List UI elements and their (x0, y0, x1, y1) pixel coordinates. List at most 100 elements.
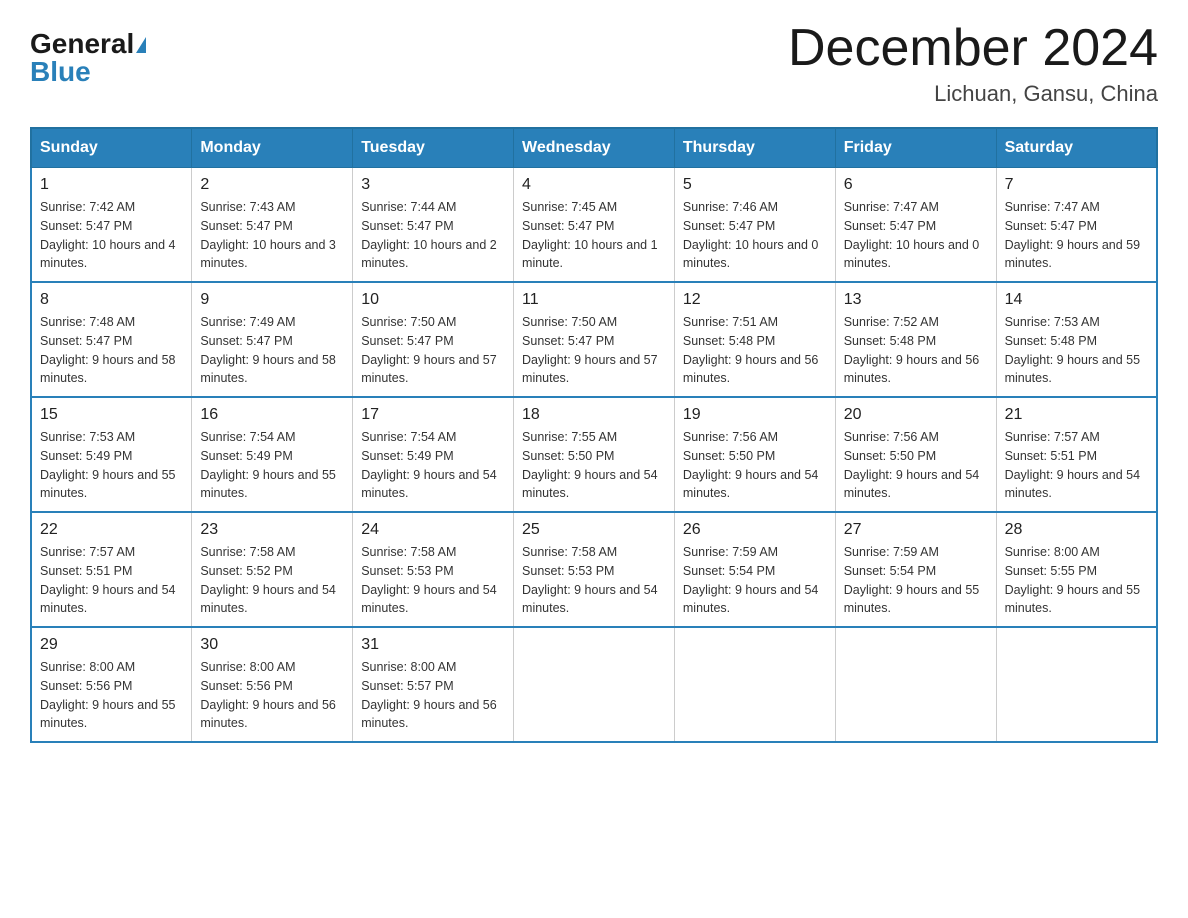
day-info: Sunrise: 7:59 AM Sunset: 5:54 PM Dayligh… (683, 543, 827, 618)
calendar-cell: 10 Sunrise: 7:50 AM Sunset: 5:47 PM Dayl… (353, 282, 514, 397)
calendar-table: Sunday Monday Tuesday Wednesday Thursday… (30, 127, 1158, 743)
sunrise-label: Sunrise: 7:54 AM (200, 430, 295, 444)
page-title: December 2024 (788, 20, 1158, 77)
logo-blue: Blue (30, 56, 91, 87)
day-info: Sunrise: 7:53 AM Sunset: 5:49 PM Dayligh… (40, 428, 183, 503)
calendar-cell: 12 Sunrise: 7:51 AM Sunset: 5:48 PM Dayl… (674, 282, 835, 397)
calendar-cell: 29 Sunrise: 8:00 AM Sunset: 5:56 PM Dayl… (31, 627, 192, 742)
day-number: 21 (1005, 406, 1148, 424)
daylight-label: Daylight: 9 hours and 54 minutes. (522, 468, 658, 501)
weekday-header-row: Sunday Monday Tuesday Wednesday Thursday… (31, 128, 1157, 168)
calendar-week-row: 29 Sunrise: 8:00 AM Sunset: 5:56 PM Dayl… (31, 627, 1157, 742)
calendar-cell (674, 627, 835, 742)
logo-line2: Blue (30, 58, 91, 86)
day-info: Sunrise: 7:53 AM Sunset: 5:48 PM Dayligh… (1005, 313, 1148, 388)
calendar-cell (514, 627, 675, 742)
sunset-label: Sunset: 5:51 PM (1005, 449, 1097, 463)
calendar-week-row: 1 Sunrise: 7:42 AM Sunset: 5:47 PM Dayli… (31, 168, 1157, 283)
calendar-cell: 24 Sunrise: 7:58 AM Sunset: 5:53 PM Dayl… (353, 512, 514, 627)
sunrise-label: Sunrise: 8:00 AM (200, 660, 295, 674)
calendar-cell: 17 Sunrise: 7:54 AM Sunset: 5:49 PM Dayl… (353, 397, 514, 512)
sunset-label: Sunset: 5:47 PM (361, 334, 453, 348)
daylight-label: Daylight: 9 hours and 54 minutes. (683, 583, 819, 616)
sunrise-label: Sunrise: 7:59 AM (844, 545, 939, 559)
daylight-label: Daylight: 9 hours and 57 minutes. (522, 353, 658, 386)
day-info: Sunrise: 8:00 AM Sunset: 5:56 PM Dayligh… (40, 658, 183, 733)
day-info: Sunrise: 7:43 AM Sunset: 5:47 PM Dayligh… (200, 198, 344, 273)
sunset-label: Sunset: 5:50 PM (683, 449, 775, 463)
day-info: Sunrise: 7:58 AM Sunset: 5:52 PM Dayligh… (200, 543, 344, 618)
sunrise-label: Sunrise: 7:56 AM (844, 430, 939, 444)
sunset-label: Sunset: 5:49 PM (200, 449, 292, 463)
logo-line1: General (30, 30, 146, 58)
day-number: 3 (361, 176, 505, 194)
calendar-cell: 27 Sunrise: 7:59 AM Sunset: 5:54 PM Dayl… (835, 512, 996, 627)
sunrise-label: Sunrise: 7:49 AM (200, 315, 295, 329)
sunrise-label: Sunrise: 7:43 AM (200, 200, 295, 214)
calendar-cell: 4 Sunrise: 7:45 AM Sunset: 5:47 PM Dayli… (514, 168, 675, 283)
day-info: Sunrise: 7:54 AM Sunset: 5:49 PM Dayligh… (200, 428, 344, 503)
title-block: December 2024 Lichuan, Gansu, China (788, 20, 1158, 107)
day-number: 15 (40, 406, 183, 424)
day-number: 6 (844, 176, 988, 194)
day-info: Sunrise: 7:45 AM Sunset: 5:47 PM Dayligh… (522, 198, 666, 273)
daylight-label: Daylight: 9 hours and 54 minutes. (683, 468, 819, 501)
calendar-cell: 7 Sunrise: 7:47 AM Sunset: 5:47 PM Dayli… (996, 168, 1157, 283)
daylight-label: Daylight: 9 hours and 54 minutes. (40, 583, 176, 616)
day-number: 20 (844, 406, 988, 424)
calendar-cell: 15 Sunrise: 7:53 AM Sunset: 5:49 PM Dayl… (31, 397, 192, 512)
day-number: 7 (1005, 176, 1148, 194)
logo: General Blue (30, 30, 146, 86)
sunset-label: Sunset: 5:56 PM (40, 679, 132, 693)
calendar-cell: 5 Sunrise: 7:46 AM Sunset: 5:47 PM Dayli… (674, 168, 835, 283)
header-tuesday: Tuesday (353, 128, 514, 168)
calendar-cell: 3 Sunrise: 7:44 AM Sunset: 5:47 PM Dayli… (353, 168, 514, 283)
day-number: 31 (361, 636, 505, 654)
sunrise-label: Sunrise: 7:53 AM (1005, 315, 1100, 329)
header-saturday: Saturday (996, 128, 1157, 168)
day-number: 28 (1005, 521, 1148, 539)
day-number: 30 (200, 636, 344, 654)
sunrise-label: Sunrise: 7:54 AM (361, 430, 456, 444)
sunrise-label: Sunrise: 7:55 AM (522, 430, 617, 444)
calendar-week-row: 8 Sunrise: 7:48 AM Sunset: 5:47 PM Dayli… (31, 282, 1157, 397)
day-number: 2 (200, 176, 344, 194)
daylight-label: Daylight: 9 hours and 56 minutes. (200, 698, 336, 731)
day-number: 22 (40, 521, 183, 539)
day-info: Sunrise: 7:46 AM Sunset: 5:47 PM Dayligh… (683, 198, 827, 273)
daylight-label: Daylight: 10 hours and 1 minute. (522, 238, 658, 271)
calendar-cell: 9 Sunrise: 7:49 AM Sunset: 5:47 PM Dayli… (192, 282, 353, 397)
day-number: 14 (1005, 291, 1148, 309)
daylight-label: Daylight: 9 hours and 55 minutes. (40, 468, 176, 501)
day-info: Sunrise: 7:47 AM Sunset: 5:47 PM Dayligh… (844, 198, 988, 273)
daylight-label: Daylight: 9 hours and 56 minutes. (844, 353, 980, 386)
header-wednesday: Wednesday (514, 128, 675, 168)
sunrise-label: Sunrise: 7:58 AM (522, 545, 617, 559)
calendar-cell: 14 Sunrise: 7:53 AM Sunset: 5:48 PM Dayl… (996, 282, 1157, 397)
calendar-cell: 13 Sunrise: 7:52 AM Sunset: 5:48 PM Dayl… (835, 282, 996, 397)
day-number: 29 (40, 636, 183, 654)
sunset-label: Sunset: 5:48 PM (1005, 334, 1097, 348)
daylight-label: Daylight: 9 hours and 55 minutes. (844, 583, 980, 616)
sunset-label: Sunset: 5:49 PM (40, 449, 132, 463)
sunrise-label: Sunrise: 7:45 AM (522, 200, 617, 214)
day-number: 4 (522, 176, 666, 194)
sunset-label: Sunset: 5:50 PM (522, 449, 614, 463)
day-number: 16 (200, 406, 344, 424)
sunrise-label: Sunrise: 7:50 AM (522, 315, 617, 329)
sunrise-label: Sunrise: 7:51 AM (683, 315, 778, 329)
calendar-cell: 26 Sunrise: 7:59 AM Sunset: 5:54 PM Dayl… (674, 512, 835, 627)
daylight-label: Daylight: 10 hours and 3 minutes. (200, 238, 336, 271)
daylight-label: Daylight: 9 hours and 54 minutes. (522, 583, 658, 616)
sunrise-label: Sunrise: 7:53 AM (40, 430, 135, 444)
day-number: 23 (200, 521, 344, 539)
day-info: Sunrise: 8:00 AM Sunset: 5:56 PM Dayligh… (200, 658, 344, 733)
day-info: Sunrise: 7:52 AM Sunset: 5:48 PM Dayligh… (844, 313, 988, 388)
daylight-label: Daylight: 9 hours and 56 minutes. (361, 698, 497, 731)
logo-triangle-icon (136, 37, 146, 53)
day-number: 26 (683, 521, 827, 539)
day-number: 18 (522, 406, 666, 424)
sunset-label: Sunset: 5:47 PM (40, 334, 132, 348)
day-info: Sunrise: 7:57 AM Sunset: 5:51 PM Dayligh… (40, 543, 183, 618)
header-thursday: Thursday (674, 128, 835, 168)
